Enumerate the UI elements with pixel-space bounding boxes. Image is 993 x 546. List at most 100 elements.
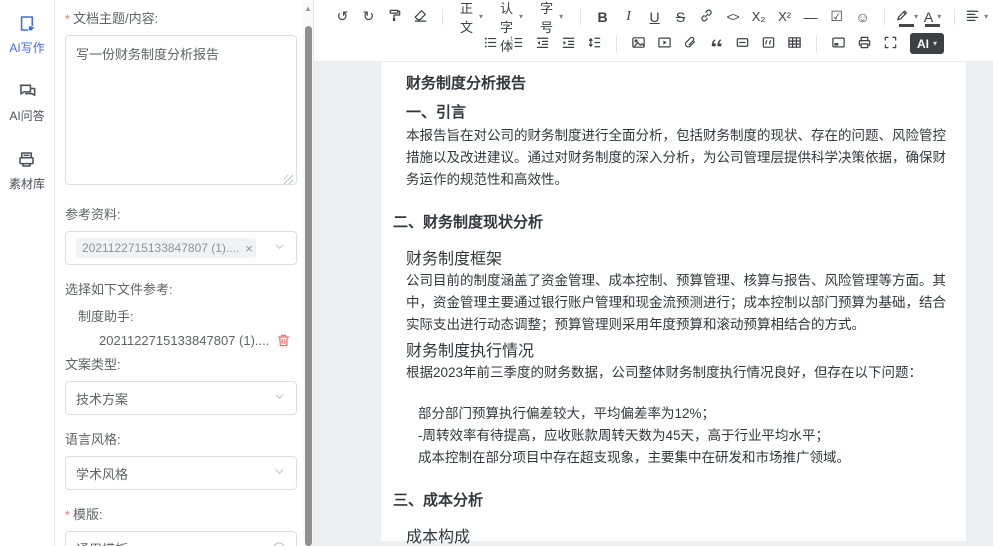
insert-image-icon [631, 35, 646, 53]
superscript-glyph: X² [778, 9, 791, 24]
scrollbar-thumb[interactable] [305, 26, 312, 546]
insert-divider-icon [735, 35, 750, 53]
font-size-select[interactable]: 字号▾ [532, 5, 571, 29]
reference-select[interactable]: 2021122715133847807 (1).... × [65, 231, 297, 265]
paragraph-style-select[interactable]: 正文▾ [452, 5, 491, 29]
topic-textarea[interactable] [65, 35, 297, 185]
bold-button[interactable]: B [590, 5, 615, 29]
ai-menu-button[interactable]: AI▾ [910, 33, 944, 54]
blockquote-button[interactable] [704, 32, 729, 56]
sidebar-item-AI问答[interactable]: AI问答 [9, 82, 44, 124]
doc-type-select[interactable]: 技术方案 [65, 381, 297, 415]
insert-table-button[interactable] [782, 32, 807, 56]
font-color-button[interactable]: A▾ [920, 5, 945, 29]
redo-button[interactable]: ↻ [356, 5, 381, 29]
reference-file-tag: 2021122715133847807 (1).... × [76, 238, 256, 258]
language-style-label: 语言风格: [65, 429, 297, 448]
sidebar-item-素材库[interactable]: 素材库 [9, 150, 45, 192]
fullscreen-button[interactable] [878, 32, 903, 56]
editor-canvas: 财务制度分析报告一、引言本报告旨在对公司的财务制度进行全面分析，包括财务制度的现… [314, 62, 993, 546]
file-group-label: 制度助手: [78, 306, 297, 325]
subscript-button[interactable]: X₂ [746, 5, 771, 29]
indent-icon [561, 35, 576, 53]
italic-button[interactable]: I [616, 5, 641, 29]
bold-glyph: B [598, 9, 608, 25]
template-select[interactable]: 通用模板 [65, 531, 297, 546]
format-painter-button[interactable] [382, 5, 407, 29]
indent-button[interactable] [556, 32, 581, 56]
toolbar-divider [954, 9, 955, 25]
sidebar-item-AI写作[interactable]: AI写作 [9, 14, 44, 56]
align-button[interactable]: ▾ [964, 5, 989, 29]
line-height-button[interactable] [582, 32, 607, 56]
reference-label: 参考资料: [65, 204, 297, 223]
font-family-select[interactable]: 默认字体▾ [492, 5, 531, 29]
horizontal-rule-glyph: — [804, 9, 818, 25]
doc-block-p1: 根据2023年前三季度的财务数据，公司整体财务制度执行情况良好，但存在以下问题： [406, 362, 952, 384]
insert-table-icon [787, 35, 802, 53]
font-color-glyph: A [924, 9, 933, 25]
undo-glyph: ↺ [337, 8, 349, 25]
doc-block-p: 本报告旨在对公司的财务制度进行全面分析，包括财务制度的现状、存在的问题、风险管控… [406, 125, 952, 191]
chevron-down-icon [273, 465, 286, 481]
reference-file-row: 2021122715133847807 (1).... [99, 333, 297, 348]
fullscreen-icon [883, 35, 898, 53]
inline-code-button[interactable]: <> [720, 5, 745, 29]
link-icon [699, 8, 714, 26]
page-panel-icon [831, 35, 846, 53]
doc-block-h2: 成本构成 [406, 523, 952, 546]
editor-area: ↺↻正文▾默认字体▾字号▾BIUS<>X₂X²—☑☺▾A▾▾ AI▾ 财务制度分… [314, 0, 993, 546]
task-checkbox-button[interactable]: ☑ [824, 5, 849, 29]
insert-video-button[interactable] [652, 32, 677, 56]
redo-glyph: ↻ [363, 8, 375, 25]
underline-button[interactable]: U [642, 5, 667, 29]
strikethrough-button[interactable]: S [668, 5, 693, 29]
editor-toolbar: ↺↻正文▾默认字体▾字号▾BIUS<>X₂X²—☑☺▾A▾▾ AI▾ [314, 0, 993, 62]
ordered-list-icon [509, 35, 524, 53]
left-nav-rail: AI写作 AI问答素材库 [0, 0, 55, 546]
ordered-list-button[interactable] [504, 32, 529, 56]
italic-glyph: I [626, 9, 631, 25]
insert-video-icon [657, 35, 672, 53]
scroll-up-arrow-icon[interactable]: ▲ [304, 4, 312, 13]
doc-block-h1: 一、引言 [406, 101, 952, 122]
annotation-button[interactable] [756, 32, 781, 56]
doc-block-p2: 部分部门预算执行偏差较大，平均偏差率为12%； [418, 403, 952, 425]
delete-file-icon[interactable] [276, 333, 291, 348]
chevron-down-icon [273, 390, 286, 406]
task-checkbox-glyph: ☑ [830, 8, 843, 25]
toolbar-divider [442, 9, 443, 25]
toolbar-divider [616, 36, 617, 52]
tag-remove-icon[interactable]: × [245, 242, 253, 255]
template-label: 模版: [65, 504, 297, 523]
print-icon [857, 35, 872, 53]
clear-format-button[interactable] [408, 5, 433, 29]
toolbar-divider [580, 9, 581, 25]
doc-block-p1: 公司目前的制度涵盖了资金管理、成本控制、预算管理、核算与报告、风险管理等方面。其… [406, 270, 952, 336]
doc-block-h1: 财务制度分析报告 [406, 72, 952, 93]
panel-scrollbar[interactable]: ▲ [303, 0, 314, 546]
outdent-icon [535, 35, 550, 53]
outdent-button[interactable] [530, 32, 555, 56]
library-icon [17, 150, 36, 172]
highlight-color-icon [895, 8, 910, 26]
attachment-button[interactable] [678, 32, 703, 56]
doc-block-p2: 成本控制在部分项目中存在超支现象，主要集中在研发和市场推广领域。 [418, 447, 952, 469]
emoji-button[interactable]: ☺ [850, 5, 875, 29]
superscript-button[interactable]: X² [772, 5, 797, 29]
document-page[interactable]: 财务制度分析报告一、引言本报告旨在对公司的财务制度进行全面分析，包括财务制度的现… [381, 62, 966, 541]
bullet-list-button[interactable] [478, 32, 503, 56]
link-button[interactable] [694, 5, 719, 29]
undo-button[interactable]: ↺ [330, 5, 355, 29]
insert-divider-button[interactable] [730, 32, 755, 56]
sidebar-item-label: AI问答 [9, 107, 44, 124]
chevron-down-icon [253, 542, 266, 546]
highlight-color-button[interactable]: ▾ [894, 5, 919, 29]
horizontal-rule-button[interactable]: — [798, 5, 823, 29]
chat-icon [18, 82, 37, 104]
print-button[interactable] [852, 32, 877, 56]
page-panel-button[interactable] [826, 32, 851, 56]
insert-image-button[interactable] [626, 32, 651, 56]
align-icon [965, 8, 980, 26]
language-style-select[interactable]: 学术风格 [65, 456, 297, 490]
